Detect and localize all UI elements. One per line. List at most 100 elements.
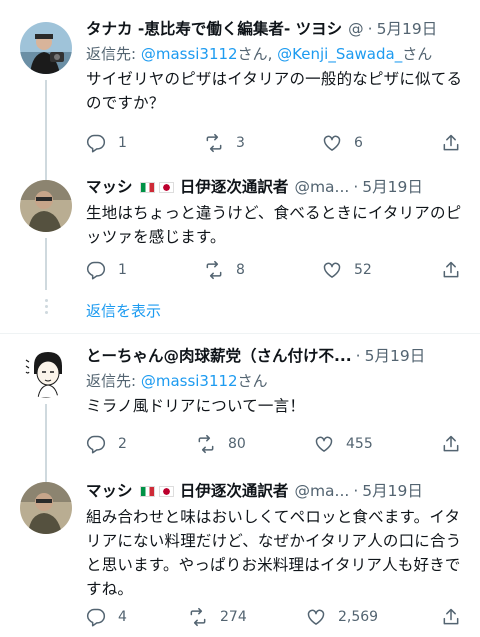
retweet-icon: [198, 434, 214, 454]
reply-icon: [86, 134, 106, 153]
separator-dot: ·: [353, 482, 359, 500]
reply-count: 2: [118, 436, 127, 452]
tweet-massi-2[interactable]: マッシ 日伊逐次通訳者 @ma... · 5月19日 組み合わせと味はおいしくて…: [0, 472, 480, 637]
timestamp[interactable]: 5月19日: [362, 479, 423, 503]
reply-context: 返信先: @massi3112さん: [86, 370, 464, 392]
reply-to-suffix: さん: [237, 372, 268, 390]
thread-line: [45, 80, 47, 170]
avatar-tanaka-image: [20, 22, 72, 74]
like-button[interactable]: 2,569: [306, 605, 378, 629]
like-button[interactable]: 6: [322, 131, 363, 155]
avatar-massi[interactable]: [20, 482, 72, 534]
reply-button[interactable]: 1: [86, 258, 127, 282]
retweet-count: 8: [236, 262, 245, 278]
retweet-count: 274: [220, 609, 247, 625]
retweet-button[interactable]: 3: [204, 131, 245, 155]
share-button[interactable]: [441, 432, 461, 456]
avatar-massi-image: [20, 482, 72, 534]
thread-line: [45, 472, 47, 482]
reply-icon: [86, 435, 106, 454]
like-count: 455: [346, 436, 373, 452]
share-button[interactable]: [441, 258, 461, 282]
retweet-button[interactable]: 274: [188, 605, 247, 629]
share-icon: [443, 134, 459, 151]
retweet-count: 80: [228, 436, 246, 452]
avatar-tanaka[interactable]: [20, 22, 72, 74]
tweet-header: タナカ -恵比寿で働く編集者- ツヨシ @ · 5月19日: [86, 17, 464, 41]
timestamp[interactable]: 5月19日: [377, 17, 438, 41]
separator-dot: ·: [367, 20, 373, 38]
tweet-tanaka[interactable]: タナカ -恵比寿で働く編集者- ツヨシ @ · 5月19日 返信先: @mass…: [0, 0, 480, 170]
like-button[interactable]: 52: [322, 258, 372, 282]
timestamp[interactable]: 5月19日: [362, 175, 423, 199]
like-icon: [307, 609, 325, 625]
tweet-text: サイゼリヤのピザはイタリアの一般的なピザに似てるのですか？: [86, 70, 463, 112]
retweet-icon: [206, 260, 222, 280]
separator-dot: ·: [353, 178, 359, 196]
reply-to-prefix: 返信先:: [86, 45, 141, 63]
reply-icon: [86, 608, 106, 627]
retweet-icon: [190, 607, 206, 627]
share-icon: [443, 608, 459, 625]
tweet-text: ミラノ風ドリアについて一言！: [86, 397, 306, 415]
tweet-text: 組み合わせと味はおいしくてペロッと食べます。イタリアにない料理だけど、なぜかイタ…: [86, 508, 462, 598]
avatar-touchan[interactable]: [20, 346, 72, 398]
share-icon: [443, 261, 459, 278]
italy-flag-icon: [139, 486, 155, 497]
japan-flag-icon: [158, 182, 174, 193]
reply-icon: [86, 261, 106, 280]
reply-to-user-link[interactable]: @massi3112: [141, 372, 238, 390]
username[interactable]: @: [348, 17, 364, 41]
display-name-suffix: 日伊逐次通訳者: [179, 178, 289, 196]
tweet-touchan[interactable]: とーちゃん@肉球薪党（さん付け不... · 5月19日 返信先: @massi3…: [0, 334, 480, 472]
reply-count: 1: [118, 262, 127, 278]
reply-count: 1: [118, 135, 127, 151]
timestamp[interactable]: 5月19日: [365, 344, 426, 368]
display-name[interactable]: マッシ 日伊逐次通訳者: [86, 479, 288, 503]
tweet-text: 生地はちょっと違うけど、食べるときにイタリアのピッツァを感じます。: [86, 204, 462, 246]
show-replies-link[interactable]: 返信を表示: [86, 300, 161, 322]
retweet-button[interactable]: 8: [204, 258, 245, 282]
retweet-button[interactable]: 80: [196, 432, 246, 456]
more-replies-dots: [43, 296, 49, 317]
separator-dot: ·: [355, 347, 361, 365]
like-count: 6: [354, 135, 363, 151]
reply-to-suffix: さん: [402, 45, 433, 63]
like-icon: [323, 135, 341, 151]
tweet-actions: 4 274 2,569: [86, 605, 466, 629]
reply-button[interactable]: 4: [86, 605, 127, 629]
display-name-text: マッシ: [86, 482, 133, 500]
retweet-icon: [206, 133, 222, 153]
tweet-header: マッシ 日伊逐次通訳者 @ma... · 5月19日: [86, 479, 464, 503]
reply-button[interactable]: 2: [86, 432, 127, 456]
share-button[interactable]: [441, 605, 461, 629]
share-button[interactable]: [441, 131, 461, 155]
display-name[interactable]: タナカ -恵比寿で働く編集者- ツヨシ: [86, 17, 342, 41]
avatar-massi-image: [20, 180, 72, 232]
username[interactable]: @ma...: [294, 175, 349, 199]
reply-to-user-link[interactable]: @massi3112: [141, 45, 238, 63]
like-count: 52: [354, 262, 372, 278]
thread-line: [45, 170, 47, 180]
tweet-actions: 1 3 6: [86, 131, 466, 155]
like-count: 2,569: [338, 609, 379, 625]
avatar-touchan-image: [20, 346, 72, 398]
reply-button[interactable]: 1: [86, 131, 127, 155]
like-icon: [315, 436, 333, 452]
tweet-header: とーちゃん@肉球薪党（さん付け不... · 5月19日: [86, 344, 464, 368]
like-button[interactable]: 455: [314, 432, 373, 456]
username[interactable]: @ma...: [294, 479, 349, 503]
display-name[interactable]: マッシ 日伊逐次通訳者: [86, 175, 288, 199]
tweet-massi-1[interactable]: マッシ 日伊逐次通訳者 @ma... · 5月19日 生地はちょっと違うけど、食…: [0, 170, 480, 290]
japan-flag-icon: [158, 486, 174, 497]
tweet-actions: 1 8 52: [86, 258, 466, 282]
reply-count: 4: [118, 609, 127, 625]
reply-to-user-link[interactable]: @Kenji_Sawada_: [277, 45, 402, 63]
avatar-massi[interactable]: [20, 180, 72, 232]
thread-line: [45, 238, 47, 290]
reply-to-separator: さん,: [237, 45, 278, 63]
reply-to-prefix: 返信先:: [86, 372, 141, 390]
like-icon: [323, 262, 341, 278]
display-name-text: マッシ: [86, 178, 133, 196]
display-name[interactable]: とーちゃん@肉球薪党（さん付け不...: [86, 344, 352, 368]
